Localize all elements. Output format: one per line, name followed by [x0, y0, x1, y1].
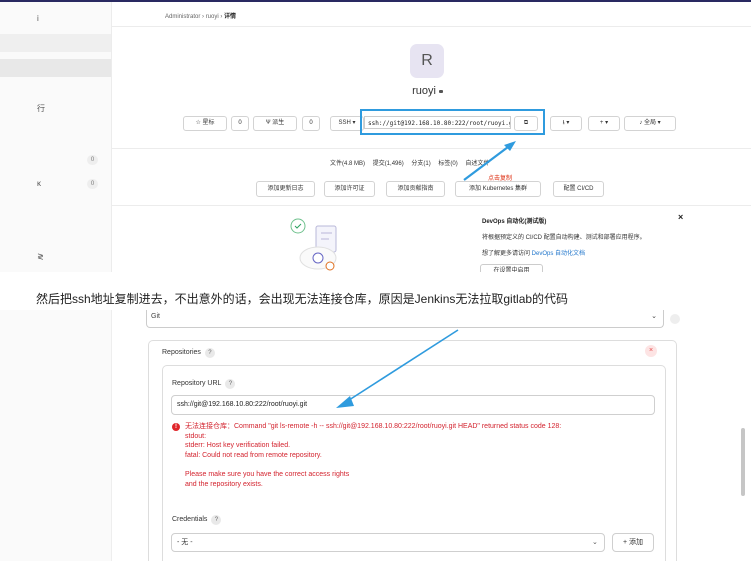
help-icon[interactable]: [670, 314, 680, 324]
breadcrumb-separator: ›: [202, 14, 205, 20]
repositories-label-text: Repositories: [162, 349, 201, 356]
fork-count[interactable]: 0: [302, 116, 320, 131]
credentials-label-text: Credentials: [172, 516, 208, 523]
fork-button[interactable]: Ѱ 派生: [253, 116, 297, 131]
jenkins-screenshot: Git ⌄ Repositories? × Repository URL? ssh…: [0, 310, 751, 561]
credentials-select[interactable]: - 无 -: [171, 533, 605, 552]
devops-docs-link[interactable]: DevOps 自动化文档: [532, 251, 585, 257]
arrow-annotation: [336, 329, 459, 408]
devops-description: 将根据预定义的 CI/CD 配置自动构建、测试和部署应用程序。: [482, 235, 646, 241]
star-count[interactable]: 0: [231, 116, 249, 131]
top-nav-bar: [0, 0, 751, 2]
breadcrumb-separator: ›: [220, 14, 223, 20]
download-icon: ⭳: [562, 120, 565, 126]
close-icon[interactable]: ×: [678, 212, 683, 222]
project-name: ruoyi: [412, 85, 436, 97]
sidebar: i 行 0 κ 0 ≷: [0, 2, 112, 272]
add-changelog-button[interactable]: 添加更新日志: [256, 181, 315, 197]
error-icon: !: [172, 423, 180, 431]
ssh-dropdown[interactable]: SSH ▾: [330, 116, 364, 131]
sidebar-count-badge: 0: [87, 179, 98, 189]
error-line: [185, 460, 655, 470]
fork-icon: Ѱ: [265, 120, 271, 126]
sidebar-text-fragment: 行: [37, 104, 45, 113]
remove-repository-icon[interactable]: ×: [645, 345, 657, 357]
repository-url-label: Repository URL?: [172, 379, 236, 389]
learn-more-text: 想了解更多请访问: [482, 251, 532, 257]
error-line: fatal: Could not read from remote reposi…: [185, 451, 322, 459]
commits-stat[interactable]: 提交(1,496): [373, 161, 404, 167]
error-line: and the repository exists.: [185, 480, 263, 488]
help-icon[interactable]: ?: [211, 515, 222, 525]
lock-icon: [438, 90, 443, 93]
devops-illustration: [290, 218, 337, 271]
sidebar-text-fragment: ≷: [37, 252, 44, 261]
highlight-box: [360, 109, 545, 135]
sidebar-text-fragment: κ: [37, 179, 41, 188]
devops-title: DevOps 自动化(测试版): [482, 219, 547, 225]
breadcrumb-item[interactable]: Administrator: [165, 14, 200, 20]
notification-label: 全局: [643, 120, 656, 126]
add-kubernetes-button[interactable]: 添加 Kubernetes 集群: [455, 181, 541, 197]
help-icon[interactable]: ?: [204, 348, 215, 358]
bell-icon: ♪: [639, 120, 643, 126]
caption-text: 然后把ssh地址复制进去，不出意外的话，会出现无法连接仓库，原因是Jenkins…: [36, 292, 569, 306]
sidebar-text-fragment: i: [37, 14, 39, 23]
files-stat[interactable]: 文件(4.8 MB): [330, 161, 365, 167]
breadcrumb-current: 详情: [224, 14, 237, 20]
star-button[interactable]: ☆ 星标: [183, 116, 227, 131]
project-avatar: R: [410, 44, 444, 78]
help-icon[interactable]: ?: [225, 379, 236, 389]
scm-select-value: Git: [151, 313, 160, 320]
breadcrumb: Administrator › ruoyi › 详情: [165, 11, 236, 20]
error-line: stderr: Host key verification failed.: [185, 442, 291, 450]
devops-learn-more: 想了解更多请访问 DevOps 自动化文档: [482, 248, 585, 257]
repository-url-label-text: Repository URL: [172, 380, 222, 387]
error-line: stdout:: [185, 432, 207, 440]
add-credentials-button[interactable]: + 添加: [612, 533, 654, 552]
chevron-down-icon: ⌄: [592, 539, 598, 546]
credentials-label: Credentials?: [172, 515, 222, 525]
star-icon: ☆: [195, 120, 201, 126]
divider: [112, 205, 751, 206]
arrow-annotation: [463, 141, 516, 181]
add-license-button[interactable]: 添加许可证: [324, 181, 375, 197]
star-label: 星标: [202, 120, 215, 126]
repositories-label: Repositories?: [162, 348, 215, 358]
branches-stat[interactable]: 分支(1): [411, 161, 430, 167]
scrollbar[interactable]: [741, 428, 745, 496]
error-text: 无法连接仓库：Command "git ls-remote -h -- ssh:…: [185, 422, 655, 489]
configure-cicd-button[interactable]: 配置 CI/CD: [553, 181, 604, 197]
sidebar-count-badge: 0: [87, 155, 98, 165]
download-dropdown[interactable]: ⭳ ▾: [550, 116, 582, 131]
ssh-label: SSH: [338, 120, 351, 126]
sidebar-item-active[interactable]: [0, 59, 111, 77]
divider: [112, 26, 751, 27]
tags-stat[interactable]: 标签(0): [438, 161, 457, 167]
error-line: 无法连接仓库：Command "git ls-remote -h -- ssh:…: [185, 423, 562, 430]
error-line: Please make sure you have the correct ac…: [185, 470, 350, 478]
sidebar: [0, 310, 112, 561]
project-title: ruoyi: [380, 85, 475, 97]
sidebar-item[interactable]: [0, 34, 111, 52]
chevron-down-icon: ⌄: [651, 313, 657, 320]
notification-dropdown[interactable]: ♪ 全局 ▾: [624, 116, 676, 131]
scm-select[interactable]: Git ⌄: [146, 310, 664, 328]
divider: [112, 148, 751, 149]
breadcrumb-item[interactable]: ruoyi: [206, 14, 219, 20]
add-dropdown[interactable]: + ▾: [588, 116, 620, 131]
fork-label: 派生: [272, 120, 285, 126]
enable-in-settings-button[interactable]: 在设置中启用: [480, 264, 543, 272]
add-contributing-button[interactable]: 添加贡献指南: [386, 181, 445, 197]
gitlab-screenshot: i 行 0 κ 0 ≷ Administrator › ruoyi › 详情 R…: [0, 0, 751, 272]
